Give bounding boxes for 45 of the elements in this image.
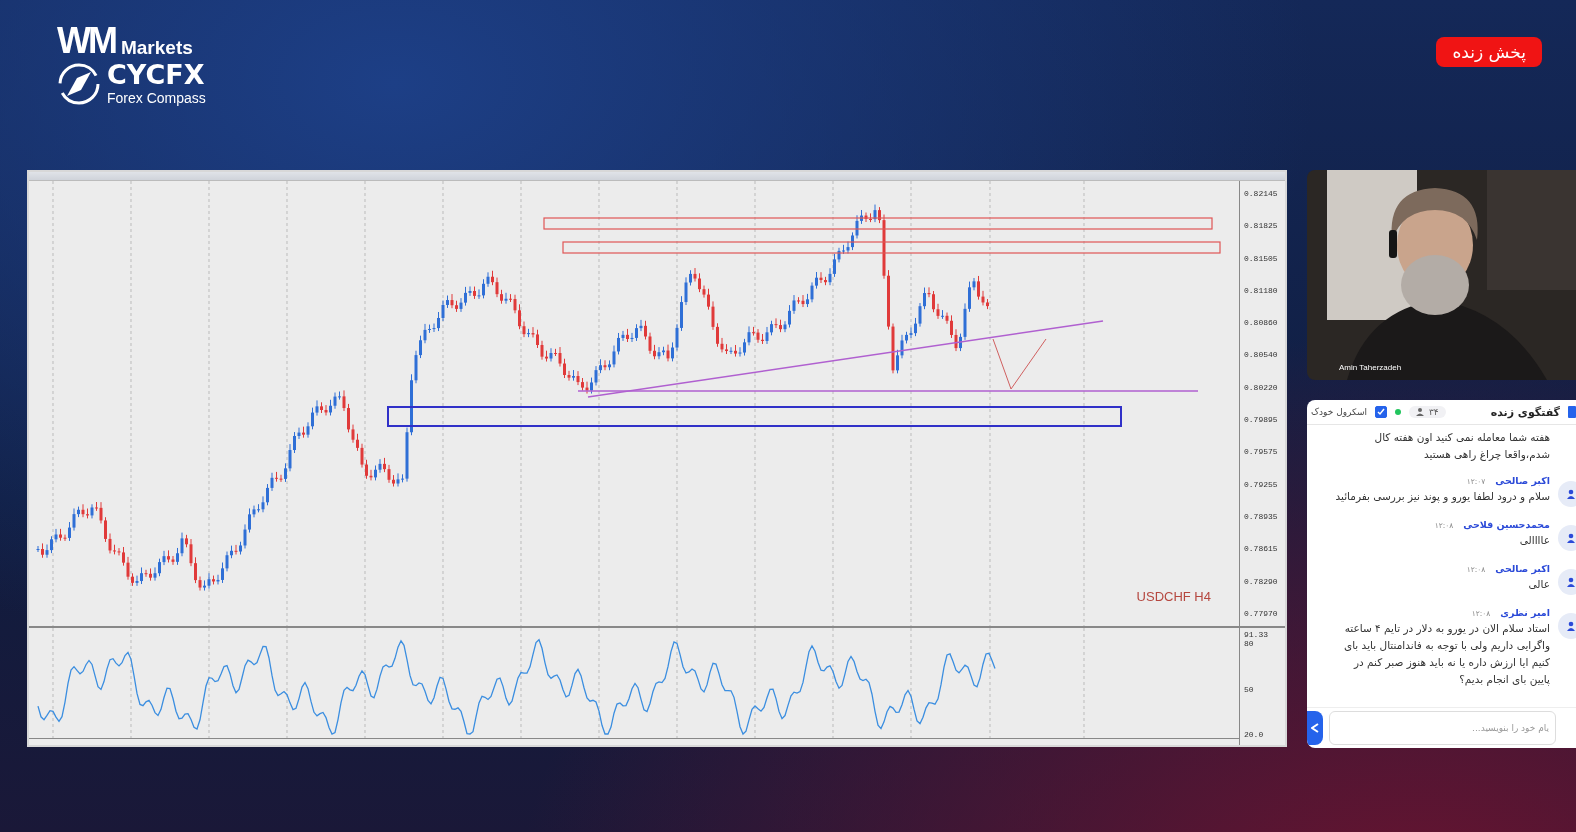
message-text: عالی — [1527, 577, 1550, 592]
rsi-label: 20.0 — [1244, 730, 1265, 739]
auto-scroll-checkbox[interactable] — [1375, 406, 1387, 418]
price-label: 0.79255 — [1244, 479, 1279, 489]
price-label: 0.78615 — [1244, 544, 1279, 554]
message-author: محمدحسین فلاحی — [1463, 519, 1550, 530]
auto-scroll-label: اسکرول خودک — [1311, 407, 1367, 417]
price-label: 0.81180 — [1244, 285, 1279, 295]
price-label: 0.79575 — [1244, 447, 1279, 457]
chat-icon — [1568, 406, 1576, 418]
people-icon — [1416, 408, 1426, 416]
price-label: 0.82145 — [1244, 189, 1279, 198]
message-input[interactable]: یام خود را بنویسید... — [1329, 711, 1556, 745]
logo-brand: Markets — [120, 36, 193, 60]
message-text: عاااالی — [1518, 533, 1550, 548]
price-label: 0.80220 — [1244, 382, 1279, 392]
rsi-label: 50 — [1244, 684, 1255, 694]
price-label: 0.81505 — [1244, 253, 1279, 263]
message-text: سلام و درود لطفا یورو و پوند نیز بررسی بفرمائید — [1335, 489, 1550, 505]
message-author: امیر نظری — [1500, 607, 1550, 618]
message-author: اکبر صالحی — [1495, 563, 1550, 574]
price-label: 0.80540 — [1244, 350, 1279, 360]
rsi-label: 80 — [1244, 639, 1255, 648]
message-text: هفته شما معامله نمی کنید اون هفته کال شدم،واقعا چراغ راهی هستید — [1373, 430, 1550, 463]
message-text: استاد سلام الان در یورو به دلار در تایم ۴ ساعته واگرایی داریم ولی با توجه به فاندامنتال باید بای کنیم ایا ارزش داره یا نه باید هنوز صبر کنم در پایین بای انجام بدیم؟ — [1342, 621, 1550, 688]
rsi-label: 91.33 — [1244, 630, 1269, 639]
online-dot — [1395, 409, 1401, 415]
message-author: اکبر صالحی — [1495, 475, 1550, 486]
logo-mark: WM — [57, 22, 115, 60]
logo-tagline: Forex Compass — [107, 90, 206, 106]
price-label: 0.78290 — [1244, 576, 1279, 586]
price-label: 0.77970 — [1244, 608, 1279, 618]
logo-name: CYCFX — [107, 60, 206, 90]
price-label: 0.80860 — [1244, 318, 1279, 328]
presenter-name: Amin Taherzadeh — [1339, 363, 1402, 372]
chevron-icon — [1311, 723, 1319, 733]
price-label: 0.81825 — [1244, 221, 1279, 231]
live-badge: پخش زنده — [1436, 37, 1542, 67]
send-button[interactable] — [1307, 711, 1323, 745]
compass-icon — [57, 62, 101, 106]
price-label: 0.79895 — [1244, 415, 1279, 425]
chart-symbol: USDCHF H4 — [1136, 589, 1211, 604]
viewer-count: ۳۴ — [1409, 406, 1446, 418]
price-label: 0.78935 — [1244, 511, 1279, 521]
chat-title: گفتگوی زنده — [1490, 405, 1560, 419]
